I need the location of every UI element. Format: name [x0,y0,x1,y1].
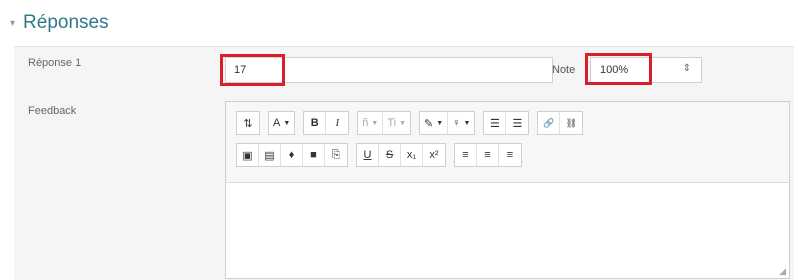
manage-files-icon[interactable]: ⎘ [325,144,347,166]
toolbar-group: ☰ ☰ [483,111,530,135]
feedback-editor: ⇅ A ▼ B I ñ ▼ Ti ▼ ✎ ▼ ♀ ▼ ☰ ☰ 🔗 ⛓ ▣ ▤ ♦… [225,101,790,279]
toolbar-row-2: ▣ ▤ ♦ ■ ⎘ U S x₁ x² ≡ ≡ ≡ [236,143,530,167]
paragraph-style-dropdown[interactable]: A ▼ [269,112,294,134]
toolbar-group: ✎ ▼ ♀ ▼ [419,111,476,135]
align-center-icon[interactable]: ≡ [477,144,499,166]
toolbar-group: B I [303,111,350,135]
answer-panel: Réponse 1 17 Note 100% ⇕ Feedback ⇅ A ▼ B… [14,46,794,280]
toolbar-group: 🔗 ⛓ [537,111,584,135]
record-video-icon[interactable]: ■ [303,144,325,166]
section-header[interactable]: ▾ Réponses [10,10,109,36]
toolbar-group: ⇅ [236,111,260,135]
toolbar-group: A ▼ [268,111,296,135]
collapse-toolbar-icon[interactable]: ⇅ [237,112,259,134]
align-left-icon[interactable]: ≡ [455,144,477,166]
record-audio-icon[interactable]: ♦ [281,144,303,166]
feedback-label: Feedback [28,105,77,117]
grade-select[interactable]: 100% ⇕ [590,57,702,83]
answer-input[interactable]: 17 [225,57,553,83]
strikethrough-icon[interactable]: S [379,144,401,166]
toolbar-group: ▣ ▤ ♦ ■ ⎘ [236,143,348,167]
subscript-icon[interactable]: x₁ [401,144,423,166]
resize-handle-icon[interactable]: ◢ [779,266,786,277]
font-family-icon: ñ [362,117,369,129]
toolbar-group: ≡ ≡ ≡ [454,143,522,167]
unlink-icon[interactable]: ⛓ [560,112,582,134]
font-family-dropdown[interactable]: ñ ▼ [358,112,384,134]
answer-value: 17 [234,64,247,76]
font-size-dropdown[interactable]: Ti ▼ [383,112,410,134]
italic-icon[interactable]: I [326,112,348,134]
unordered-list-icon[interactable]: ☰ [484,112,507,134]
link-icon[interactable]: 🔗 [538,112,561,134]
ordered-list-icon[interactable]: ☰ [506,112,528,134]
toolbar-group: U S x₁ x² [356,143,446,167]
superscript-icon[interactable]: x² [423,144,445,166]
underline-icon[interactable]: U [357,144,379,166]
font-color-dropdown[interactable]: ✎ ▼ [420,112,449,134]
answer-label: Réponse 1 [28,57,82,69]
image-icon[interactable]: ▣ [237,144,259,166]
align-right-icon[interactable]: ≡ [499,144,521,166]
background-color-dropdown[interactable]: ♀ ▼ [448,112,474,134]
paragraph-style-icon: A [273,117,281,129]
section-title[interactable]: Réponses [23,12,109,34]
grade-value: 100% [600,64,629,76]
select-arrows-icon: ⇕ [682,63,691,74]
grade-label: Note [552,64,576,76]
toolbar-group: ñ ▼ Ti ▼ [357,111,412,135]
feedback-content-area[interactable]: ◢ [226,183,789,279]
toolbar-row-1: ⇅ A ▼ B I ñ ▼ Ti ▼ ✎ ▼ ♀ ▼ ☰ ☰ 🔗 ⛓ [236,111,591,135]
bold-icon[interactable]: B [304,112,327,134]
brush-icon: ✎ [424,117,434,130]
chevron-down-icon[interactable]: ▾ [10,19,15,29]
editor-toolbar: ⇅ A ▼ B I ñ ▼ Ti ▼ ✎ ▼ ♀ ▼ ☰ ☰ 🔗 ⛓ ▣ ▤ ♦… [226,102,789,183]
media-icon[interactable]: ▤ [259,144,281,166]
font-size-icon: Ti [387,117,397,129]
highlighter-icon: ♀ [452,117,461,129]
